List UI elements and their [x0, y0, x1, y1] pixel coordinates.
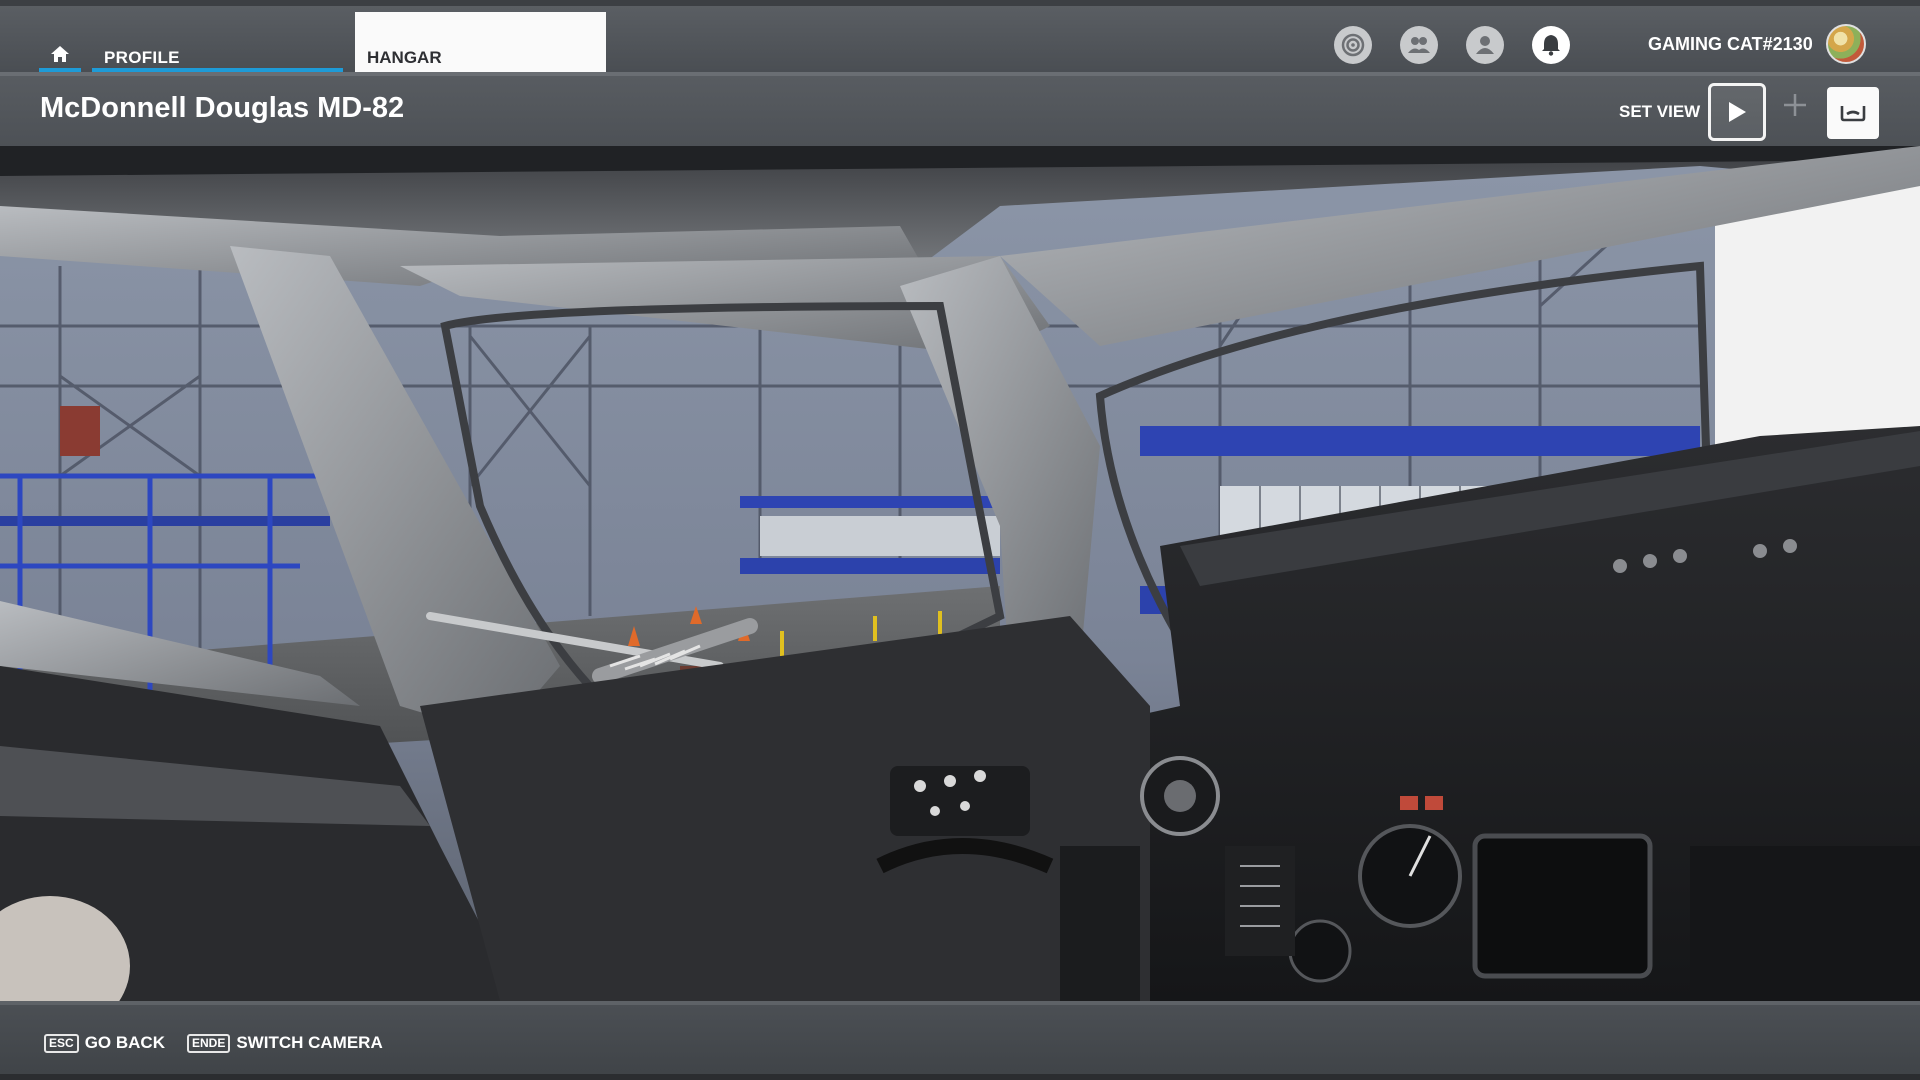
bottom-hint-bar: ESC GO BACK ENDE SWITCH CAMERA — [0, 1001, 1920, 1080]
tab-profile[interactable]: PROFILE — [92, 36, 343, 74]
ende-key-badge: ENDE — [187, 1033, 231, 1053]
notifications-icon[interactable] — [1532, 26, 1570, 64]
cockpit-3d-view[interactable] — [0, 146, 1920, 1001]
switch-camera-hint[interactable]: ENDE SWITCH CAMERA — [187, 1033, 383, 1053]
play-icon — [1729, 102, 1746, 122]
cockpit-scene — [0, 146, 1920, 1001]
go-back-hint[interactable]: ESC GO BACK — [44, 1033, 165, 1053]
home-icon — [51, 46, 69, 62]
esc-key-badge: ESC — [44, 1033, 79, 1053]
profile-icon[interactable] — [1466, 26, 1504, 64]
play-view-button[interactable] — [1708, 83, 1766, 141]
tab-profile-label: PROFILE — [104, 48, 180, 67]
bottom-edge — [0, 1074, 1920, 1080]
plus-icon — [1784, 94, 1806, 116]
set-view-label: SET VIEW — [1619, 102, 1701, 121]
go-back-label: GO BACK — [84, 1033, 165, 1052]
cockpit-seat-icon — [1840, 106, 1866, 122]
title-bar: McDonnell Douglas MD-82 SET VIEW — [0, 72, 1920, 146]
friends-icon[interactable] — [1400, 26, 1438, 64]
add-view-button[interactable] — [1782, 92, 1808, 118]
top-navigation-bar: PROFILE HANGAR GAMING CAT#2130 — [0, 0, 1920, 78]
tab-hangar-label: HANGAR — [367, 48, 442, 67]
page-title: McDonnell Douglas MD-82 — [40, 92, 405, 124]
cockpit-camera-button[interactable] — [1827, 87, 1879, 139]
home-tab[interactable] — [39, 36, 81, 74]
avatar[interactable] — [1826, 24, 1866, 64]
switch-camera-label: SWITCH CAMERA — [236, 1033, 383, 1052]
username: GAMING CAT#2130 — [1648, 34, 1813, 54]
achievements-icon[interactable] — [1334, 26, 1372, 64]
tab-hangar[interactable]: HANGAR — [355, 12, 606, 78]
